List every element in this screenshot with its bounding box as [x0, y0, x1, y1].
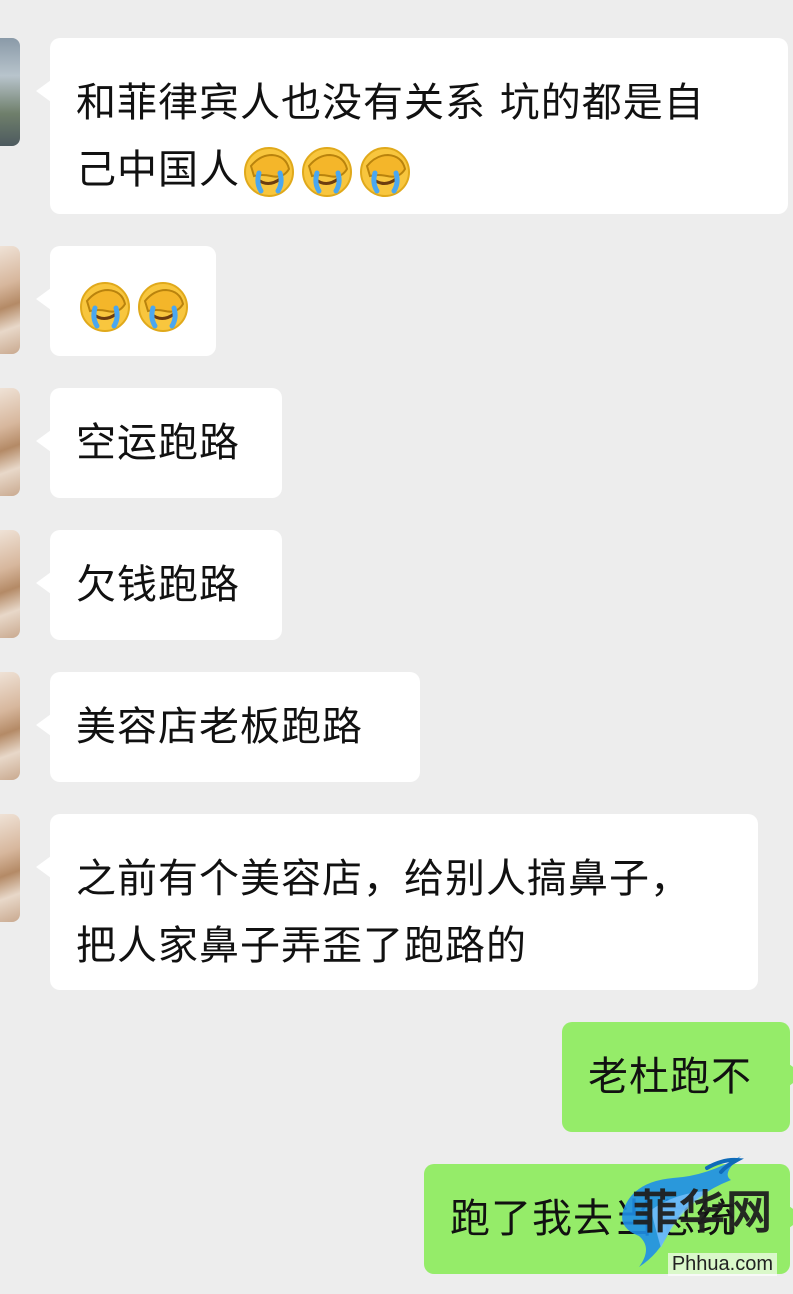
- incoming-message-bubble[interactable]: 之前有个美容店，给别人搞鼻子， 把人家鼻子弄歪了跑路的: [36, 814, 758, 990]
- message-line: 和菲律宾人也没有关系 坑的都是自: [76, 80, 705, 126]
- incoming-message-bubble[interactable]: 美容店老板跑路: [36, 672, 420, 782]
- message-line: 老杜跑不: [588, 1054, 752, 1100]
- message-line: 跑了我去当总统: [450, 1196, 737, 1242]
- contact-avatar[interactable]: [0, 246, 20, 354]
- message-line: 美容店老板跑路: [76, 704, 363, 750]
- incoming-message-bubble[interactable]: 空运跑路: [36, 388, 282, 498]
- outgoing-message-bubble[interactable]: 老杜跑不: [562, 1022, 793, 1132]
- facepalm-emoji-icon: [360, 147, 410, 197]
- facepalm-emoji-icon: [302, 147, 352, 197]
- incoming-message-bubble[interactable]: 和菲律宾人也没有关系 坑的都是自 己中国人: [36, 38, 788, 214]
- contact-avatar[interactable]: [0, 672, 20, 780]
- message-line: 己中国人: [76, 147, 240, 193]
- emoji-group: [78, 280, 190, 334]
- facepalm-emoji-icon: [80, 282, 130, 332]
- message-line: 之前有个美容店，给别人搞鼻子，: [76, 856, 691, 902]
- message-line: 空运跑路: [76, 420, 240, 466]
- contact-avatar[interactable]: [0, 388, 20, 496]
- message-line: 欠钱跑路: [76, 562, 240, 608]
- contact-avatar[interactable]: [0, 530, 20, 638]
- outgoing-message-bubble[interactable]: 跑了我去当总统: [424, 1164, 793, 1274]
- contact-avatar[interactable]: [0, 814, 20, 922]
- incoming-message-bubble[interactable]: 欠钱跑路: [36, 530, 282, 640]
- facepalm-emoji-icon: [244, 147, 294, 197]
- facepalm-emoji-icon: [138, 282, 188, 332]
- contact-avatar[interactable]: [0, 38, 20, 146]
- emoji-group: [242, 145, 412, 199]
- message-line: 把人家鼻子弄歪了跑路的: [76, 923, 527, 969]
- incoming-message-bubble[interactable]: [36, 246, 216, 356]
- chat-window: 和菲律宾人也没有关系 坑的都是自 己中国人 空运跑路 欠钱跑路 美容店老板跑路 …: [0, 0, 793, 1294]
